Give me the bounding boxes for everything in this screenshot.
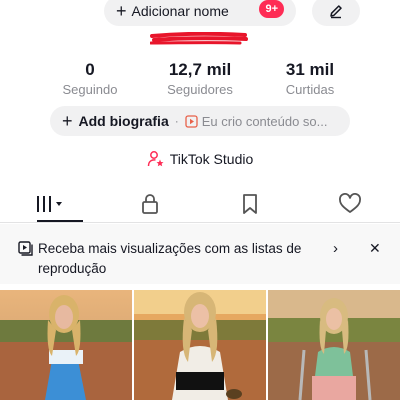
video-thumbnail[interactable] bbox=[134, 290, 266, 400]
notification-badge: 9+ bbox=[259, 0, 284, 18]
plus-icon: + bbox=[62, 110, 73, 131]
videos-grid-icon bbox=[37, 196, 62, 212]
following-count: 0 bbox=[85, 60, 95, 79]
tiktok-studio-link[interactable]: TikTok Studio bbox=[0, 150, 400, 168]
person-star-icon bbox=[147, 151, 164, 167]
following-label: Seguindo bbox=[62, 82, 118, 97]
plus-icon: + bbox=[116, 1, 127, 21]
likes-label: Curtidas bbox=[285, 82, 335, 97]
video-grid bbox=[0, 290, 400, 400]
tab-videos[interactable] bbox=[0, 186, 100, 222]
playlist-banner[interactable]: Receba mais visualizações com as listas … bbox=[0, 224, 400, 284]
tab-saved[interactable] bbox=[200, 186, 300, 222]
profile-stats: 0 Seguindo 12,7 mil Seguidores 31 mil Cu… bbox=[40, 60, 360, 97]
followers-label: Seguidores bbox=[167, 82, 233, 97]
add-bio-label: Add biografia bbox=[78, 113, 169, 129]
bookmark-icon bbox=[243, 194, 257, 214]
following-stat[interactable]: 0 Seguindo bbox=[40, 60, 140, 97]
add-name-label: Adicionar nome bbox=[131, 3, 229, 19]
username-redaction bbox=[150, 32, 248, 45]
likes-stat[interactable]: 31 mil Curtidas bbox=[260, 60, 360, 97]
add-bio-button[interactable]: + Add biografia · Eu crio conteúdo so... bbox=[50, 106, 350, 136]
playlist-icon bbox=[18, 241, 33, 256]
video-thumbnail[interactable] bbox=[0, 290, 132, 400]
video-thumbnail[interactable] bbox=[268, 290, 400, 400]
followers-count: 12,7 mil bbox=[168, 60, 232, 79]
profile-tabs bbox=[0, 186, 400, 222]
likes-count: 31 mil bbox=[285, 60, 335, 79]
tab-liked[interactable] bbox=[300, 186, 400, 222]
close-icon[interactable]: ✕ bbox=[369, 240, 381, 257]
tiktok-studio-label: TikTok Studio bbox=[169, 151, 254, 167]
pencil-icon bbox=[330, 5, 342, 19]
video-play-icon bbox=[185, 114, 198, 128]
playlist-banner-text: Receba mais visualizações com as listas … bbox=[38, 241, 302, 276]
edit-profile-button[interactable] bbox=[312, 0, 360, 26]
heart-icon bbox=[339, 193, 361, 213]
chevron-right-icon[interactable]: › bbox=[333, 240, 338, 257]
bio-hint-text: Eu crio conteúdo so... bbox=[201, 113, 328, 129]
tabs-divider bbox=[0, 222, 400, 223]
add-name-button[interactable]: + Adicionar nome 9+ bbox=[104, 0, 296, 26]
tab-private[interactable] bbox=[100, 186, 200, 222]
lock-icon bbox=[142, 194, 158, 214]
followers-stat[interactable]: 12,7 mil Seguidores bbox=[150, 60, 250, 97]
separator-dot: · bbox=[174, 114, 179, 128]
